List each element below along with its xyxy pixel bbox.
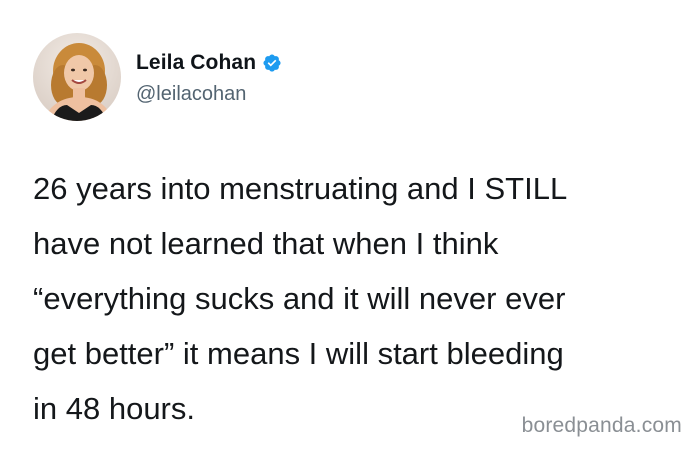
tweet-text-line: get better” it means I will start bleedi… bbox=[33, 336, 564, 371]
author-display-name[interactable]: Leila Cohan bbox=[136, 51, 256, 75]
profile-photo-icon bbox=[33, 33, 121, 121]
tweet-text: 26 years into menstruating and I STILL h… bbox=[33, 161, 673, 436]
tweet-text-line: 26 years into menstruating and I STILL bbox=[33, 171, 568, 206]
boredpanda-watermark: boredpanda.com bbox=[521, 414, 682, 437]
avatar[interactable] bbox=[33, 33, 121, 121]
author-handle[interactable]: @leilacohan bbox=[136, 83, 246, 106]
tweet-text-line: “everything sucks and it will never ever bbox=[33, 281, 566, 316]
author-name-row[interactable]: Leila Cohan bbox=[136, 50, 282, 76]
verified-badge-icon bbox=[262, 53, 282, 73]
tweet-card: Leila Cohan @leilacohan 26 years into me… bbox=[0, 0, 700, 450]
tweet-text-line: have not learned that when I think bbox=[33, 226, 499, 261]
